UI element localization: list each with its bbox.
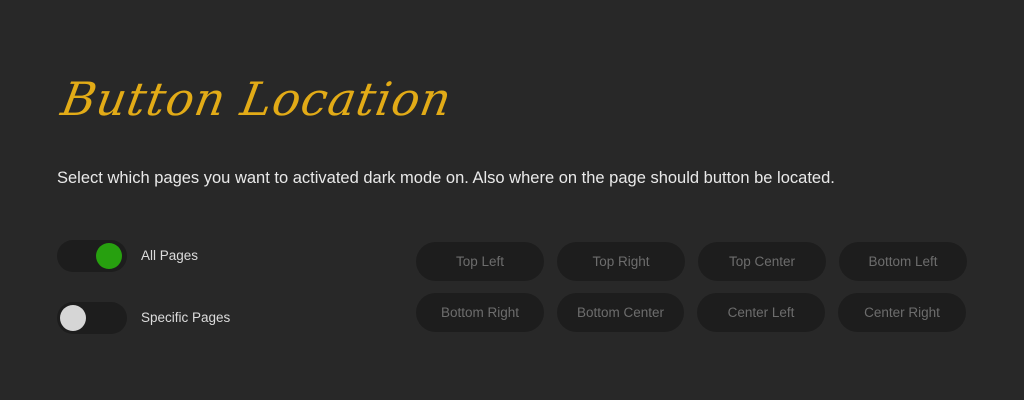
all-pages-label: All Pages [141,248,199,263]
location-row-1: Top Left Top Right Top Center Bottom Lef… [416,242,976,281]
toggle-knob [96,243,122,269]
page-description: Select which pages you want to activated… [57,169,835,187]
top-right-button[interactable]: Top Right [557,242,685,281]
location-button-grid: Top Left Top Right Top Center Bottom Lef… [416,242,976,344]
bottom-left-button[interactable]: Bottom Left [839,242,967,281]
button-location-panel: Button Location Select which pages you w… [0,0,1024,400]
specific-pages-toggle[interactable] [57,302,127,334]
page-title: Button Location [57,72,457,126]
location-row-2: Bottom Right Bottom Center Center Left C… [416,293,976,332]
bottom-right-button[interactable]: Bottom Right [416,293,544,332]
top-center-button[interactable]: Top Center [698,242,826,281]
center-right-button[interactable]: Center Right [838,293,966,332]
top-left-button[interactable]: Top Left [416,242,544,281]
specific-pages-label: Specific Pages [141,310,231,325]
bottom-center-button[interactable]: Bottom Center [557,293,684,332]
all-pages-toggle-row: All Pages [57,240,198,272]
center-left-button[interactable]: Center Left [697,293,825,332]
toggle-knob [60,305,86,331]
all-pages-toggle[interactable] [57,240,127,272]
specific-pages-toggle-row: Specific Pages [57,302,230,334]
